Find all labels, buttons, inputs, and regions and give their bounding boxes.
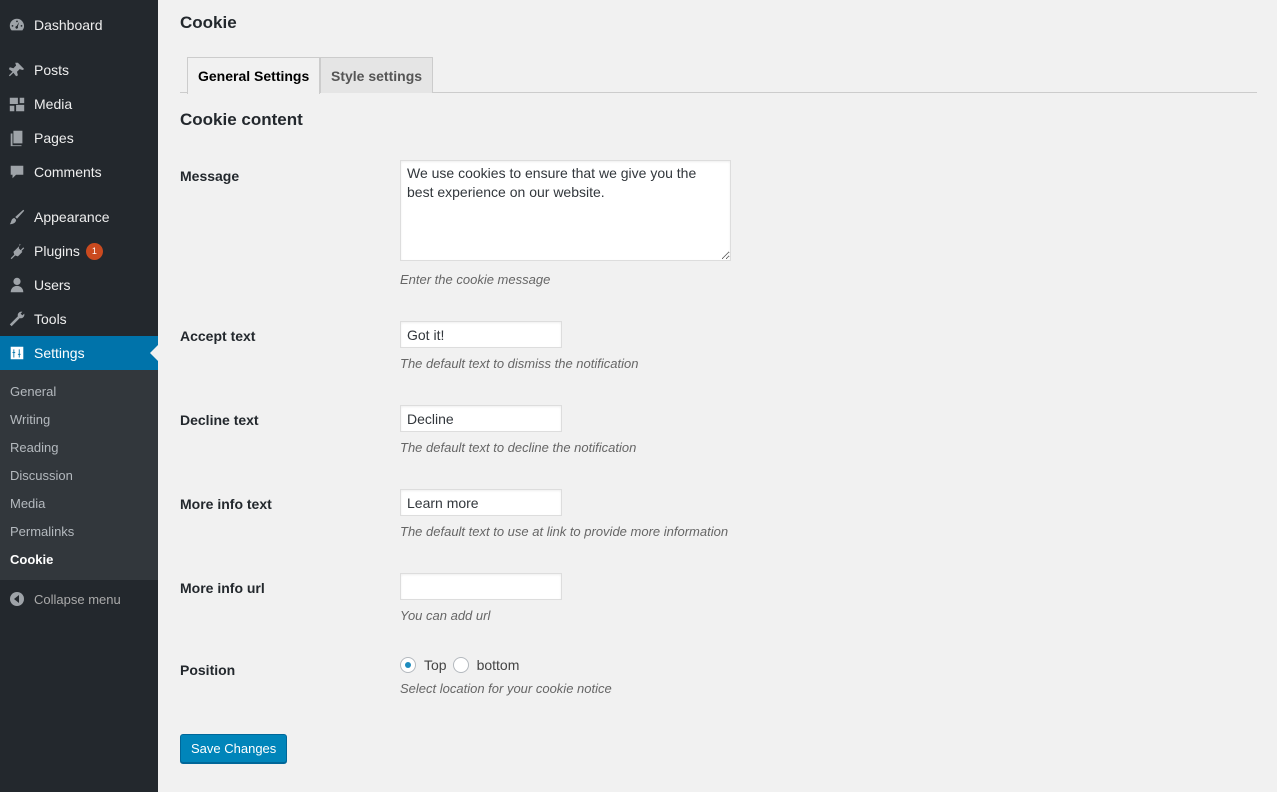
submenu-discussion[interactable]: Discussion [10,468,73,483]
settings-submenu: General Writing Reading Discussion Media… [0,370,158,580]
menu-label-users: Users [34,277,71,293]
position-bottom-label[interactable]: bottom [477,657,520,673]
more-info-text-input[interactable] [400,489,562,516]
decline-text-input[interactable] [400,405,562,432]
menu-item-dashboard[interactable]: Dashboard [0,8,158,42]
submenu-cookie[interactable]: Cookie [10,552,53,567]
collapse-arrow-icon [0,591,34,607]
decline-text-label: Decline text [180,412,259,428]
save-changes-button[interactable]: Save Changes [180,734,288,763]
menu-item-tools[interactable]: Tools [0,302,158,336]
submenu-media[interactable]: Media [10,496,45,511]
radio-selected-dot [405,662,411,668]
tab-style-settings[interactable]: Style settings [320,57,434,93]
menu-item-posts[interactable]: Posts [0,53,158,87]
collapse-menu-button[interactable]: Collapse menu [0,585,158,613]
plugin-icon [0,234,34,268]
more-info-url-description: You can add url [400,608,491,623]
position-top-label[interactable]: Top [424,657,447,673]
media-icon [0,87,34,121]
settings-tabs: General Settings Style settings [180,57,1257,94]
position-bottom-radio[interactable] [452,657,469,673]
menu-label-posts: Posts [34,62,70,78]
tab-general-settings[interactable]: General Settings [187,57,321,94]
menu-label-comments: Comments [34,164,102,180]
collapse-menu-label: Collapse menu [34,591,121,607]
menu-item-users[interactable]: Users [0,268,158,302]
submenu-general[interactable]: General [10,384,56,399]
submenu-permalinks[interactable]: Permalinks [10,524,74,539]
settings-icon [0,336,34,370]
pages-icon [0,121,34,155]
accept-text-description: The default text to dismiss the notifica… [400,356,639,371]
message-textarea[interactable]: We use cookies to ensure that we give yo… [400,160,731,261]
plugins-update-badge: 1 [85,242,103,260]
menu-label-tools: Tools [34,311,67,327]
decline-text-description: The default text to decline the notifica… [400,440,637,455]
brush-icon [0,200,34,234]
accept-text-label: Accept text [180,328,256,344]
user-icon [0,268,34,302]
message-description: Enter the cookie message [400,272,551,287]
page-title: Cookie [180,13,237,32]
pin-icon [0,53,34,87]
menu-item-pages[interactable]: Pages [0,121,158,155]
position-description: Select location for your cookie notice [400,681,612,696]
more-info-url-input[interactable] [400,573,562,600]
menu-item-comments[interactable]: Comments [0,155,158,189]
menu-label-settings: Settings [34,345,85,361]
dashboard-icon [0,8,34,42]
more-info-text-label: More info text [180,496,272,512]
section-title: Cookie content [180,110,303,129]
menu-label-pages: Pages [34,130,74,146]
comment-icon [0,155,34,189]
position-radio-group: Top bottom [400,657,519,673]
main-content: Cookie General Settings Style settings C… [158,0,1277,792]
position-top-radio[interactable] [400,657,416,673]
wrench-icon [0,302,34,336]
menu-item-settings[interactable]: Settings [0,336,158,370]
submenu-writing[interactable]: Writing [10,412,50,427]
menu-label-media: Media [34,96,73,112]
position-label: Position [180,662,236,678]
more-info-url-label: More info url [180,580,265,596]
menu-item-appearance[interactable]: Appearance [0,200,158,234]
menu-label-appearance: Appearance [34,209,110,225]
message-label: Message [180,168,240,184]
accept-text-input[interactable] [400,321,562,348]
menu-label-dashboard: Dashboard [34,17,103,33]
menu-item-plugins[interactable]: Plugins 1 [0,234,158,268]
more-info-text-description: The default text to use at link to provi… [400,524,729,539]
menu-item-media[interactable]: Media [0,87,158,121]
submenu-reading[interactable]: Reading [10,440,58,455]
admin-sidebar: Dashboard Posts Media Pages Comments App… [0,0,158,792]
menu-label-plugins: Plugins [34,243,80,259]
